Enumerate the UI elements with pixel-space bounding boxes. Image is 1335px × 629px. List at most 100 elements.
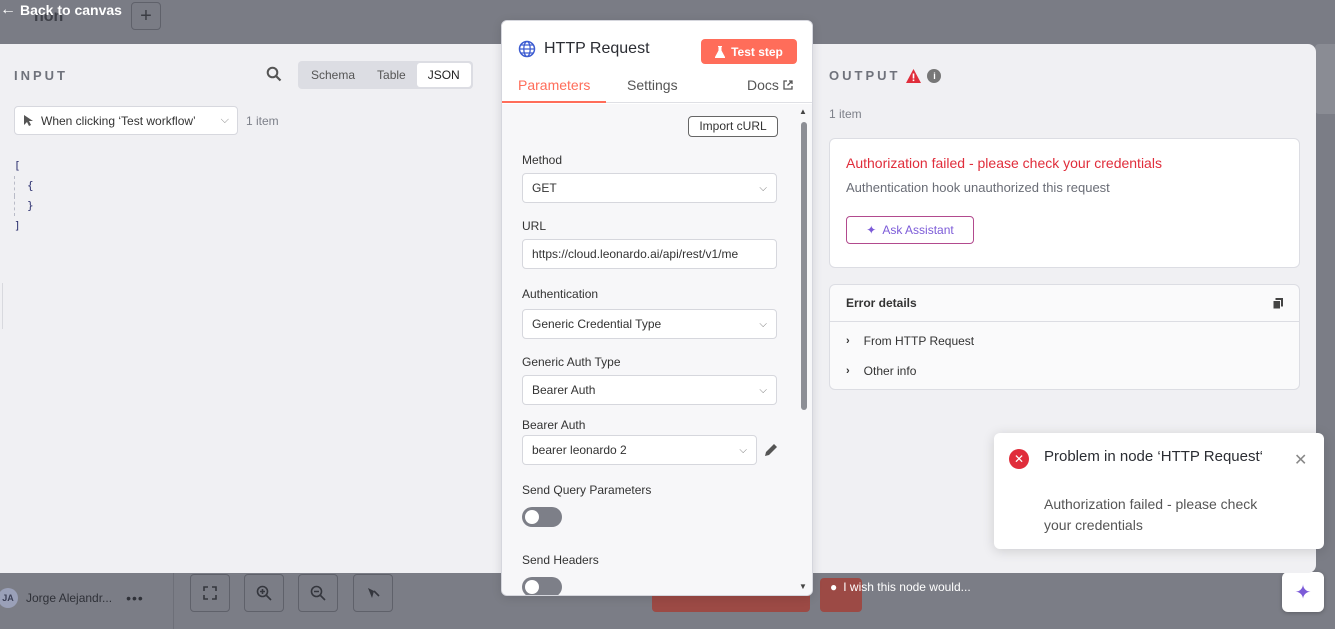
input-source-value: When clicking ‘Test workflow’	[41, 113, 196, 128]
node-parameters-panel: HTTP Request Test step Parameters Settin…	[501, 20, 813, 596]
send-query-label: Send Query Parameters	[522, 483, 652, 497]
chevron-down-icon: ⌵	[759, 384, 767, 396]
node-title: HTTP Request	[518, 40, 650, 58]
import-curl-button[interactable]: Import cURL	[688, 116, 778, 137]
json-line: ]	[14, 219, 21, 232]
authentication-select[interactable]: Generic Credential Type ⌵	[522, 309, 777, 339]
error-description: Authentication hook unauthorized this re…	[846, 180, 1110, 195]
error-details-title: Error details	[846, 296, 917, 310]
add-node-button[interactable]: +	[131, 2, 161, 30]
external-link-icon	[783, 80, 793, 90]
input-source-select[interactable]: When clicking ‘Test workflow’ ⌵	[14, 106, 238, 135]
detail-row-from-http[interactable]: › From HTTP Request	[846, 334, 974, 348]
detail-row-label: Other info	[863, 364, 917, 378]
back-to-canvas-label: Back to canvas	[20, 2, 122, 18]
generic-auth-label: Generic Auth Type	[522, 355, 621, 369]
parameters-body: Import cURL Method GET ⌵ URL https://clo…	[502, 104, 812, 595]
avatar: JA	[0, 588, 18, 608]
fit-view-button[interactable]	[190, 574, 230, 612]
url-value: https://cloud.leonardo.ai/api/rest/v1/me	[532, 247, 739, 261]
warning-icon	[906, 68, 922, 83]
input-panel-title: INPUT	[14, 68, 68, 83]
pencil-icon[interactable]	[763, 442, 779, 458]
json-line: {	[14, 176, 34, 196]
json-line: }	[14, 196, 34, 216]
ask-assistant-button[interactable]: ✦ Ask Assistant	[846, 216, 974, 244]
scroll-down-arrow[interactable]: ▼	[799, 582, 807, 591]
generic-auth-select[interactable]: Bearer Auth ⌵	[522, 375, 777, 405]
panel-resize-handle[interactable]	[0, 283, 3, 329]
feedback-prompt[interactable]: ● I wish this node would...	[830, 580, 971, 594]
authentication-value: Generic Credential Type	[532, 317, 662, 331]
sparkle-icon: ✦	[1294, 581, 1312, 604]
send-headers-toggle[interactable]	[522, 577, 562, 595]
lightbulb-icon: ●	[830, 580, 838, 594]
detail-row-label: From HTTP Request	[863, 334, 975, 348]
zoom-in-icon	[256, 585, 272, 601]
chevron-down-icon: ⌵	[759, 318, 767, 330]
cursor-icon	[24, 115, 33, 126]
tidy-up-button[interactable]	[353, 574, 393, 612]
input-view-toggle: Schema Table JSON	[298, 61, 473, 89]
send-query-toggle[interactable]	[522, 507, 562, 527]
tab-settings[interactable]: Settings	[627, 77, 678, 101]
test-step-button[interactable]: Test step	[701, 39, 797, 64]
json-line: [	[14, 159, 21, 172]
view-schema-button[interactable]: Schema	[300, 63, 366, 87]
user-menu[interactable]: JA Jorge Alejandr... •••	[0, 588, 144, 608]
url-input[interactable]: https://cloud.leonardo.ai/api/rest/v1/me	[522, 239, 777, 269]
zoom-out-button[interactable]	[298, 574, 338, 612]
toast-message: Authorization failed - please check your…	[1044, 496, 1258, 533]
back-to-canvas-link[interactable]: ← Back to canvas	[0, 0, 122, 20]
canvas-right-edge	[1315, 44, 1335, 114]
scrollbar-thumb[interactable]	[801, 122, 807, 410]
view-table-button[interactable]: Table	[366, 63, 417, 87]
feedback-text: I wish this node would...	[843, 580, 971, 594]
error-card: Authorization failed - please check your…	[829, 138, 1300, 268]
info-icon[interactable]: i	[927, 68, 942, 83]
sparkle-icon: ✦	[866, 223, 877, 237]
search-icon[interactable]	[266, 66, 282, 82]
detail-row-other-info[interactable]: › Other info	[846, 364, 916, 378]
arrow-left-icon: ←	[0, 1, 16, 18]
flask-icon	[715, 45, 726, 58]
tab-docs[interactable]: Docs	[747, 77, 793, 101]
copy-icon[interactable]	[1273, 297, 1283, 309]
json-viewer: [ { } ]	[14, 156, 34, 236]
close-icon[interactable]: ✕	[1294, 450, 1307, 470]
toast-title: Problem in node ‘HTTP Request‘	[1044, 448, 1263, 465]
user-name: Jorge Alejandr...	[26, 591, 113, 605]
parameters-scrollbar[interactable]	[800, 120, 808, 582]
zoom-out-icon	[310, 585, 326, 601]
method-value: GET	[532, 181, 557, 195]
node-title-text: HTTP Request	[544, 40, 650, 57]
error-toast: ✕ Problem in node ‘HTTP Request‘ Authori…	[994, 433, 1324, 549]
view-json-button[interactable]: JSON	[416, 63, 471, 87]
zoom-in-button[interactable]	[244, 574, 284, 612]
more-options-icon[interactable]: •••	[126, 590, 144, 606]
error-title: Authorization failed - please check your…	[846, 155, 1162, 171]
error-circle-icon: ✕	[1009, 449, 1029, 469]
authentication-label: Authentication	[522, 287, 599, 301]
globe-icon	[518, 40, 536, 58]
send-headers-label: Send Headers	[522, 553, 599, 567]
chevron-down-icon: ⌵	[739, 444, 747, 456]
output-title-text: OUTPUT	[829, 68, 901, 83]
chevron-right-icon: ›	[846, 365, 850, 377]
output-item-count: 1 item	[829, 107, 862, 121]
fit-view-icon	[203, 586, 217, 600]
chevron-down-icon: ⌵	[759, 182, 767, 194]
broom-icon	[368, 588, 380, 598]
tab-docs-label: Docs	[747, 77, 779, 93]
tab-parameters[interactable]: Parameters	[502, 77, 607, 103]
generic-auth-value: Bearer Auth	[532, 383, 596, 397]
ask-assistant-label: Ask Assistant	[882, 223, 954, 237]
error-details-header: Error details	[830, 285, 1299, 322]
assistant-fab-button[interactable]: ✦	[1282, 572, 1324, 612]
method-select[interactable]: GET ⌵	[522, 173, 777, 203]
bearer-auth-value: bearer leonardo 2	[532, 443, 627, 457]
bearer-auth-select[interactable]: bearer leonardo 2 ⌵	[522, 435, 757, 465]
scroll-up-arrow[interactable]: ▲	[799, 107, 807, 116]
node-header: HTTP Request Test step Parameters Settin…	[502, 21, 812, 103]
chevron-right-icon: ›	[846, 335, 850, 347]
